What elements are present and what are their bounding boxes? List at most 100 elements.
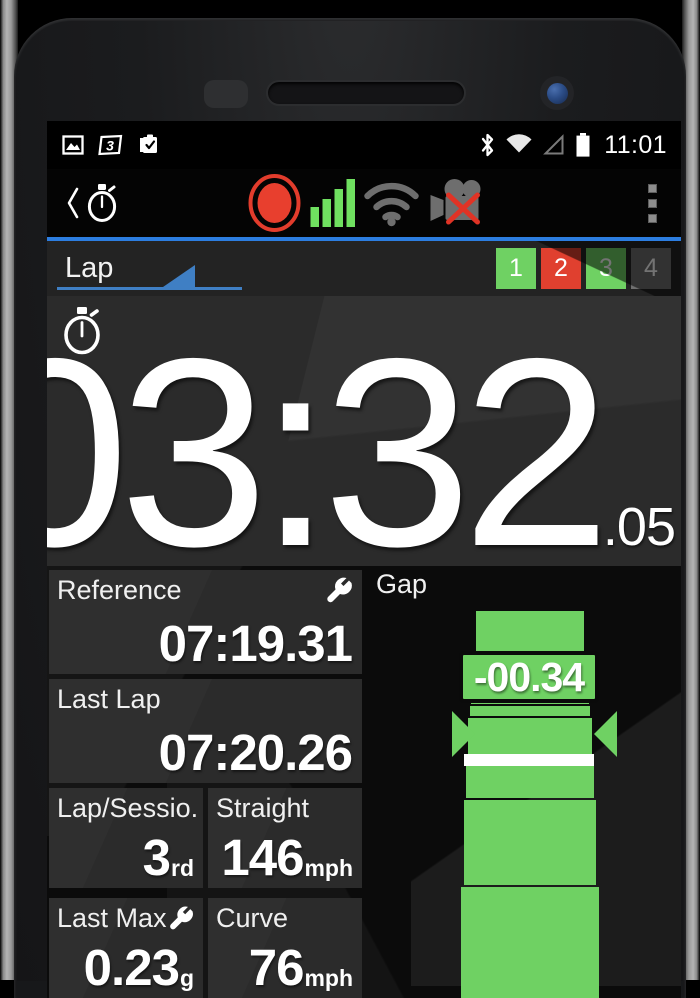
app-toolbar [47, 169, 681, 241]
status-bar-right-icons: 11:01 [479, 131, 667, 160]
gap-panel[interactable]: Gap -00.34 [366, 566, 681, 998]
lap-button-2[interactable]: 2 [541, 248, 581, 289]
overflow-menu-button[interactable] [636, 178, 669, 229]
phone-device: 3 11:01 Lap 1 2 3 4 3:32 .05 Reference 0… [0, 0, 700, 998]
phone-screen: 3 11:01 Lap 1 2 3 4 3:32 .05 Reference 0… [47, 121, 681, 998]
image-icon [62, 135, 84, 155]
proximity-sensor [204, 80, 248, 108]
overflow-dot [648, 183, 657, 193]
android-status-bar: 3 11:01 [47, 121, 681, 169]
tile-title: Straight [216, 792, 310, 823]
tile-value: 146 [221, 829, 304, 886]
tile-title: Last Max [57, 902, 167, 933]
tile-value-row: 3 rd [57, 825, 194, 884]
tile-reference[interactable]: Reference 07:19.31 [49, 570, 362, 674]
tile-value: 76 [248, 939, 305, 996]
tile-last-max[interactable]: Last Max 0.23 g [49, 898, 203, 998]
stopwatch-icon [87, 184, 117, 222]
timer-fraction-value: .05 [602, 497, 676, 557]
tile-header: Reference [57, 573, 353, 607]
tile-header: Last Max [57, 901, 194, 935]
tile-value: 3 [142, 829, 171, 886]
tile-unit: g [179, 965, 194, 991]
tile-value-row: 0.23 g [57, 935, 194, 994]
tile-last-lap[interactable]: Last Lap 07:20.26 [49, 679, 362, 783]
tile-unit: rd [171, 855, 194, 881]
gap-value: -00.34 [473, 653, 585, 700]
gap-arrow-right-icon [594, 711, 617, 757]
gap-value-badge: -00.34 [459, 651, 599, 703]
count-badge-value: 3 [106, 138, 114, 154]
dashboard-row-3: Lap/Sessio. 3 rd Straight 146 mph [49, 788, 362, 888]
overflow-dot [648, 198, 657, 208]
cell-signal-icon [543, 134, 564, 155]
wifi-icon [364, 182, 419, 227]
tab-active-underline [57, 287, 242, 290]
tile-value-row: 76 mph [216, 935, 353, 994]
tile-lap-session[interactable]: Lap/Sessio. 3 rd [49, 788, 203, 888]
lap-button-label: 3 [599, 254, 613, 282]
lap-button-4[interactable]: 4 [631, 248, 671, 289]
chevron-left-icon [67, 187, 79, 219]
record-icon[interactable] [246, 172, 304, 234]
status-bar-left-icons: 3 [61, 133, 160, 157]
tile-value-row: 07:19.31 [57, 607, 353, 670]
gap-arrow-left-icon [452, 711, 475, 757]
tile-header: Lap/Sessio. [57, 791, 198, 825]
track-segment [464, 800, 596, 885]
dashboard-grid: Reference 07:19.31 Last Lap 07:20.26 Lap… [47, 566, 681, 998]
tile-value-row: 146 mph [216, 825, 353, 884]
tab-lap-label: Lap [65, 252, 114, 284]
track-segment [461, 887, 599, 998]
earpiece-speaker [266, 80, 466, 106]
count-badge-3-icon: 3 [98, 134, 123, 156]
tile-title: Curve [216, 902, 289, 933]
gap-track-visualization [366, 566, 681, 998]
track-segment [468, 718, 592, 758]
dashboard-left-column: Reference 07:19.31 Last Lap 07:20.26 Lap… [47, 566, 366, 998]
main-lap-timer-panel[interactable]: 03:32 .05 [47, 296, 681, 566]
overflow-dot [648, 213, 657, 223]
wifi-icon [506, 134, 532, 153]
tile-header: Last Lap [57, 682, 353, 716]
tile-header: Straight [216, 791, 353, 825]
gap-title: Gap [376, 569, 428, 599]
clipboard-check-icon [140, 134, 157, 153]
lap-button-label: 2 [554, 254, 568, 282]
battery-icon [576, 133, 590, 157]
dashboard-row-4: Last Max 0.23 g Curve 76 mph [49, 898, 362, 998]
tile-value: 0.23 [83, 939, 180, 996]
tab-active-arrow-icon [163, 265, 195, 287]
signal-bars-icon [310, 179, 355, 227]
tile-value-row: 07:20.26 [57, 716, 353, 779]
lap-tab-bar: Lap 1 2 3 4 [47, 241, 681, 296]
lap-selector-buttons: 1 2 3 4 [496, 248, 673, 289]
tile-unit: mph [304, 855, 353, 881]
phone-body: 3 11:01 Lap 1 2 3 4 3:32 .05 Reference 0… [14, 18, 686, 998]
tab-lap[interactable]: Lap [55, 241, 260, 296]
timer-readout: 03:32 .05 [47, 302, 676, 566]
timer-main-value: 03:32 [47, 302, 611, 566]
status-bar-clock: 11:01 [604, 130, 667, 159]
lap-button-1[interactable]: 1 [496, 248, 536, 289]
tile-header: Curve [216, 901, 353, 935]
track-segment [470, 706, 590, 716]
wrench-icon[interactable] [168, 905, 194, 931]
tile-title: Last Lap [57, 683, 161, 714]
track-start-finish-marker [464, 754, 594, 766]
bluetooth-icon [482, 133, 494, 157]
lap-button-3[interactable]: 3 [586, 248, 626, 289]
tile-unit: mph [304, 965, 353, 991]
tile-value: 07:20.26 [158, 724, 353, 781]
tile-title: Reference [57, 574, 182, 605]
lap-button-label: 1 [509, 254, 523, 282]
tile-title: Lap/Sessio. [57, 792, 199, 823]
tile-curve[interactable]: Curve 76 mph [208, 898, 362, 998]
tile-value: 07:19.31 [158, 615, 353, 672]
front-camera-lens [540, 76, 574, 110]
video-camera-off-icon[interactable] [425, 177, 483, 229]
tile-straight[interactable]: Straight 146 mph [208, 788, 362, 888]
wrench-icon[interactable] [325, 576, 353, 604]
back-to-stopwatch-button[interactable] [59, 180, 127, 226]
lap-button-label: 4 [644, 254, 658, 282]
